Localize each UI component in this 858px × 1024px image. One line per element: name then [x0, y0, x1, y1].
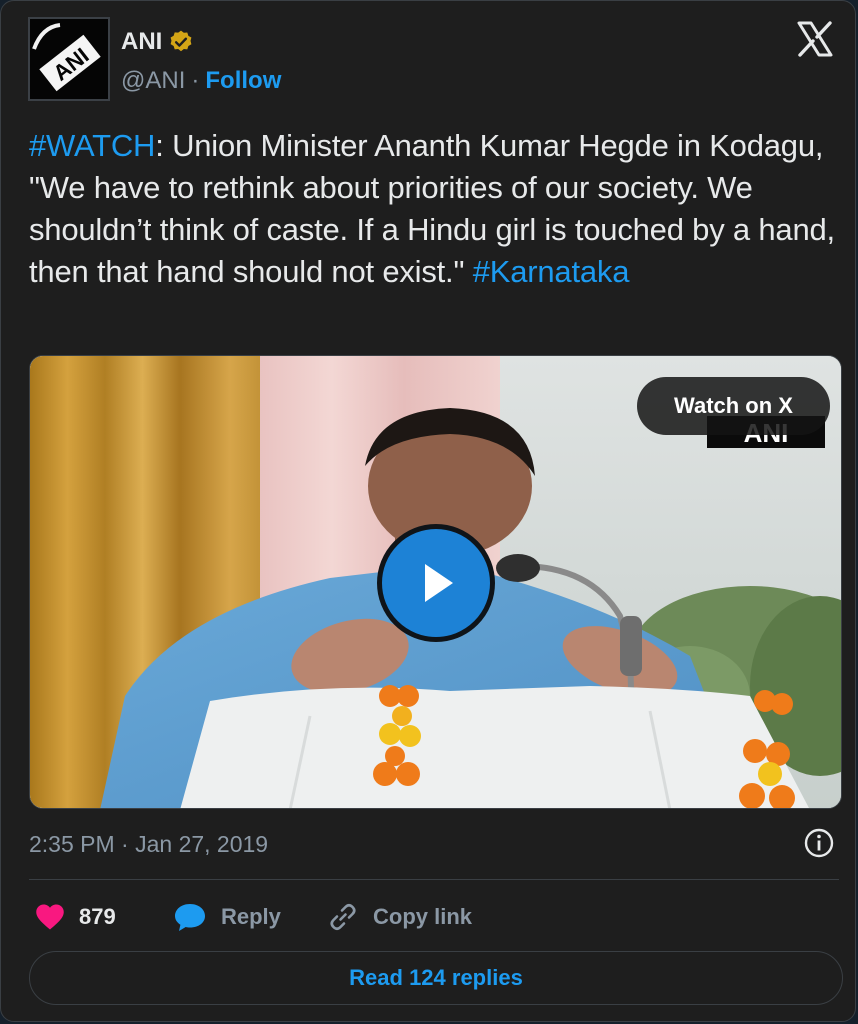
play-button[interactable] — [377, 524, 495, 642]
tweet-timestamp[interactable]: 2:35 PM · Jan 27, 2019 — [29, 831, 268, 858]
tweet-card: ANI ANI @ANI · Follow #WATCH: Union Mini… — [0, 0, 856, 1022]
reply-label: Reply — [221, 904, 281, 929]
hashtag-watch-link[interactable]: #WATCH — [29, 128, 155, 163]
heart-icon — [36, 904, 64, 930]
like-button[interactable]: 879 — [35, 897, 116, 937]
watch-on-x-button[interactable]: Watch on X — [637, 377, 830, 435]
reply-bubble-icon — [175, 904, 205, 931]
video-media[interactable]: ANI Watch on X — [29, 355, 842, 809]
author-name-row: ANI — [121, 28, 194, 56]
ani-logo-avatar: ANI — [30, 19, 108, 99]
hashtag-karnataka-link[interactable]: #Karnataka — [473, 254, 630, 289]
separator-dot: · — [191, 67, 200, 94]
copy-link-button[interactable]: Copy link — [327, 897, 472, 937]
divider — [29, 879, 839, 880]
read-replies-button[interactable]: Read 124 replies — [29, 951, 843, 1005]
follow-button[interactable]: Follow — [205, 67, 281, 95]
info-icon[interactable] — [803, 827, 835, 859]
reply-button[interactable]: Reply — [173, 897, 281, 937]
author-avatar[interactable]: ANI — [28, 17, 110, 101]
x-logo-icon[interactable] — [795, 19, 835, 59]
author-name[interactable]: ANI — [121, 28, 162, 56]
author-handle-row: @ANI · Follow — [121, 67, 281, 95]
play-icon — [425, 564, 453, 602]
copy-link-label: Copy link — [373, 904, 473, 929]
link-icon — [330, 903, 356, 931]
tweet-text: #WATCH: Union Minister Ananth Kumar Hegd… — [29, 125, 839, 293]
like-count: 879 — [79, 904, 116, 929]
verified-badge-icon — [170, 30, 192, 52]
author-handle[interactable]: @ANI — [121, 67, 185, 95]
